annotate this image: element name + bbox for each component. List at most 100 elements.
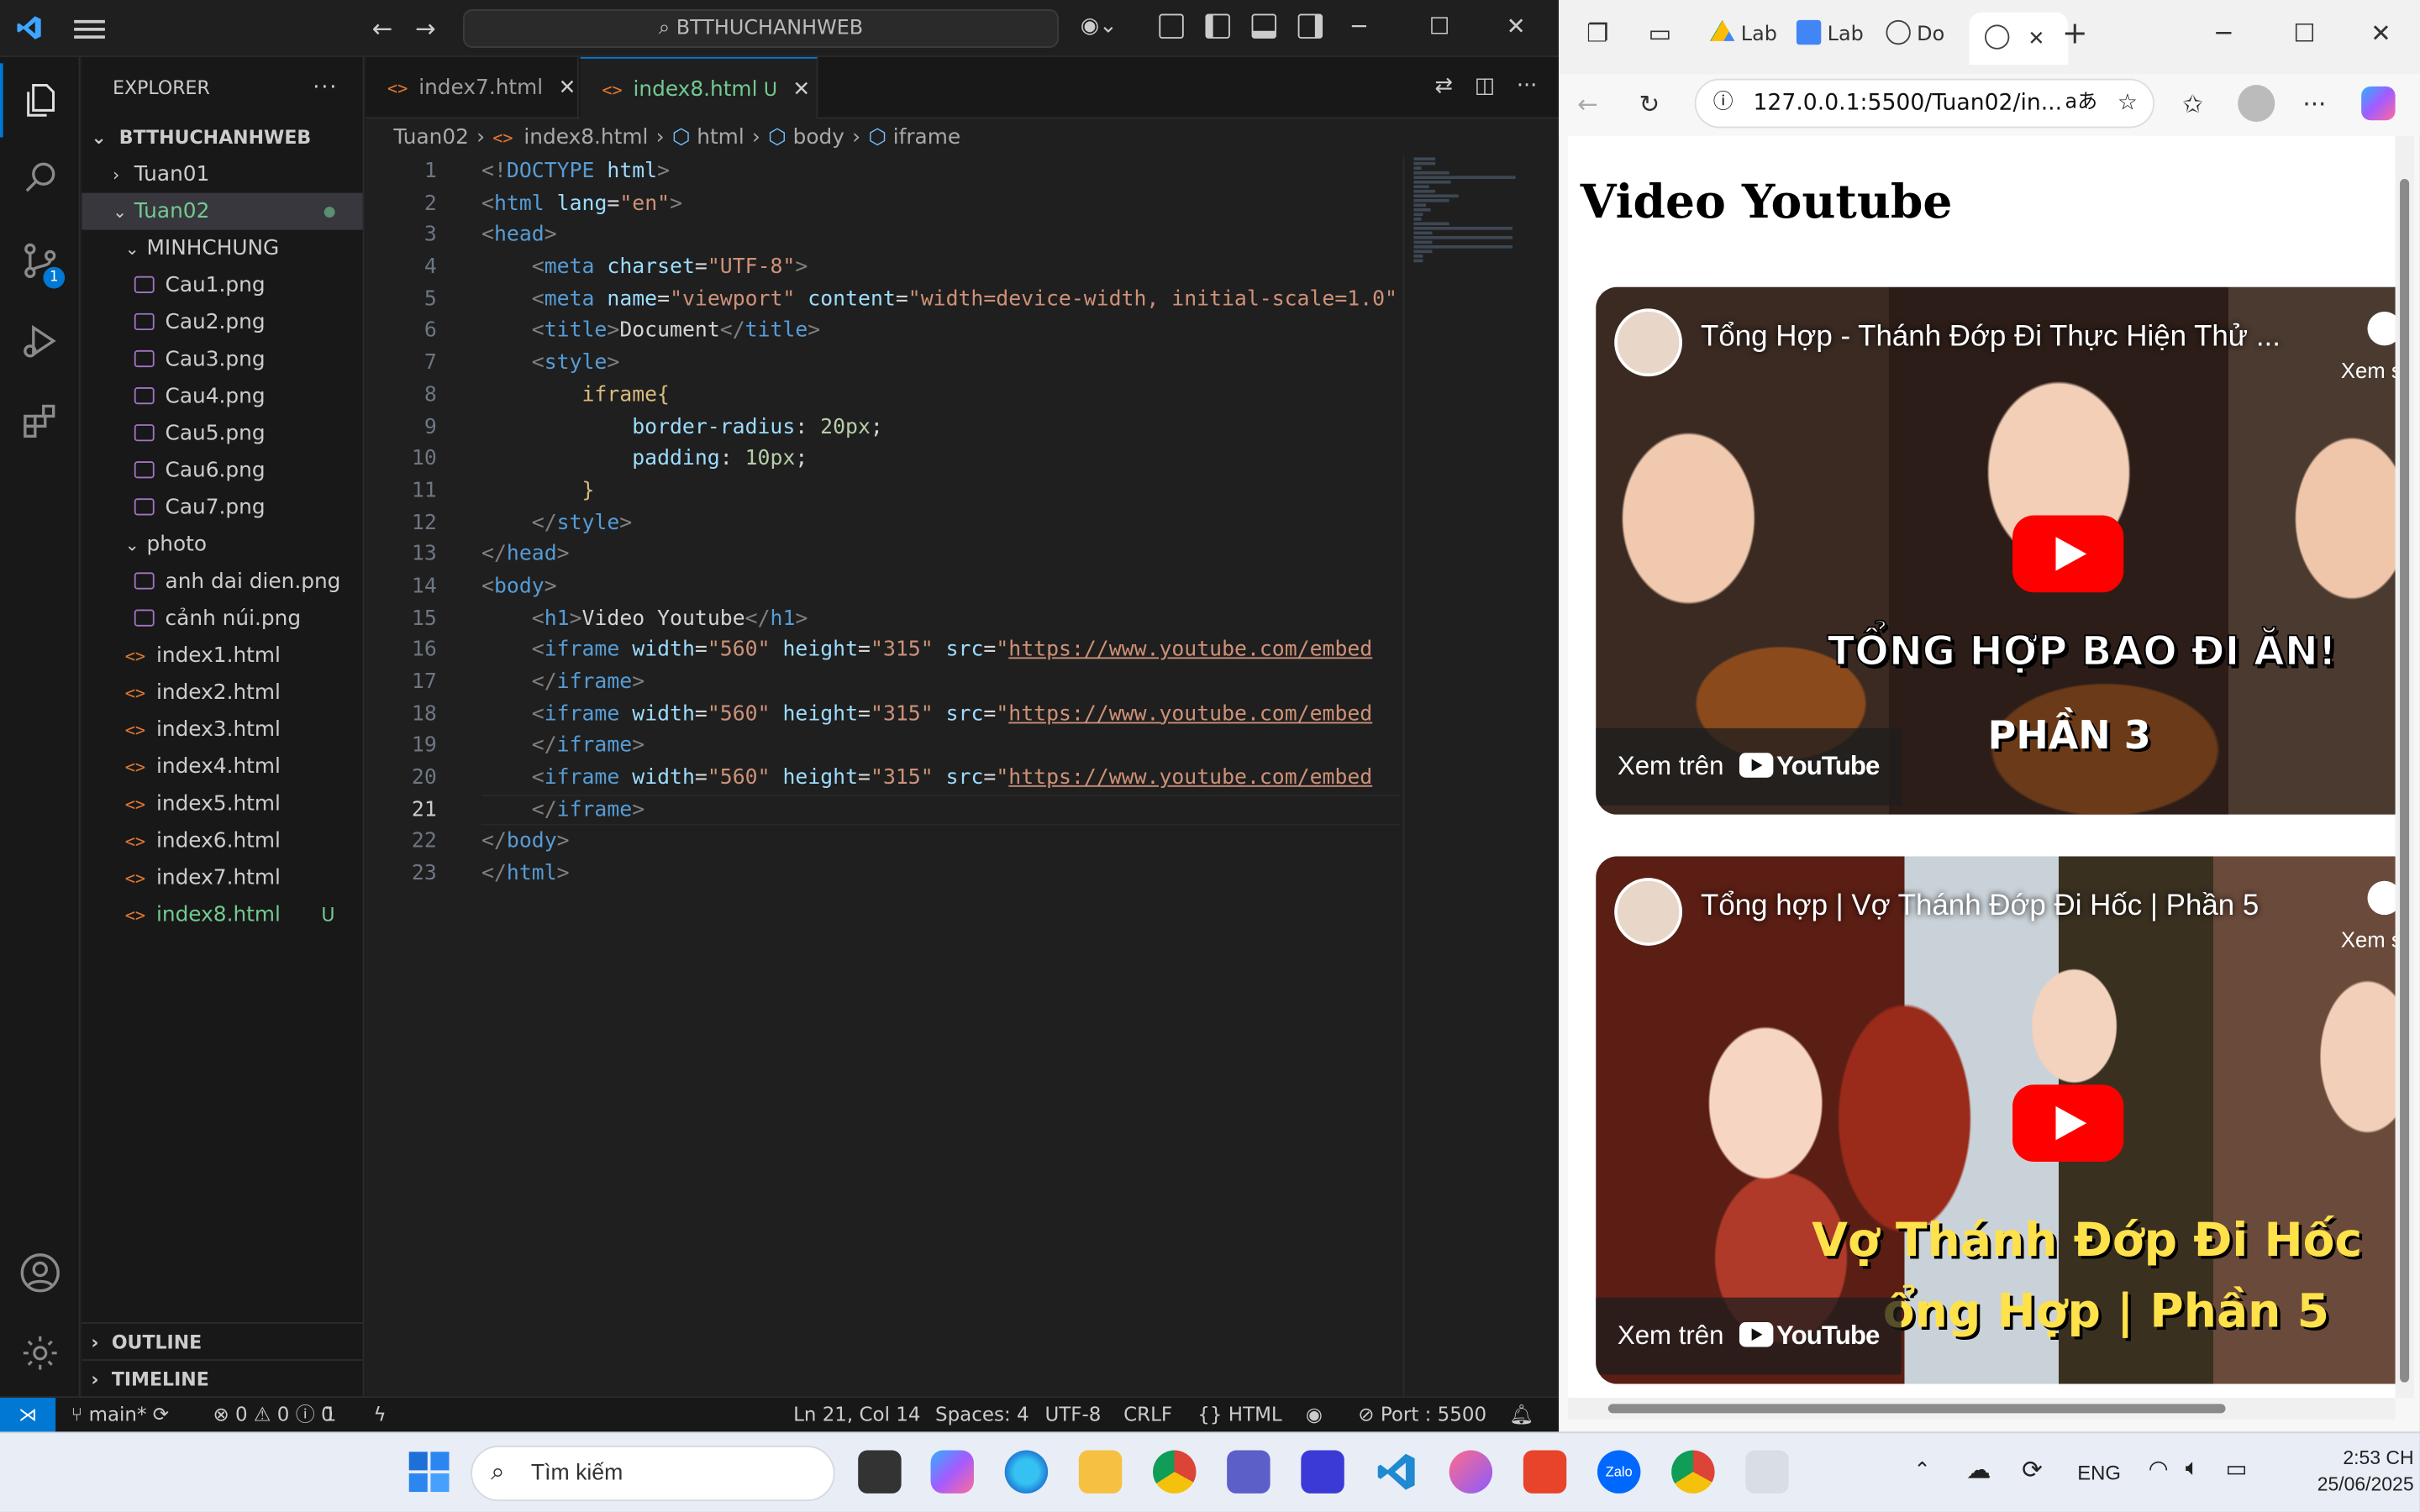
code-line[interactable]: 2 <html lang="en"> — [366, 188, 1400, 220]
youtube-embed-2[interactable]: Tổng hợp | Vợ Thánh Đớp Đi Hốc | Phần 5 … — [1596, 856, 2402, 1384]
code-line[interactable]: 6 <title>Document</title> — [366, 315, 1400, 347]
edge-browser-icon[interactable] — [1004, 1450, 1049, 1494]
source-control-icon[interactable]: 1 — [0, 223, 81, 297]
code-line[interactable]: 19 </iframe> — [366, 730, 1400, 762]
tab-actions-icon[interactable]: ▭ — [1649, 18, 1672, 48]
clock[interactable]: 2:53 CH 25/06/2025 — [2312, 1446, 2414, 1498]
breadcrumb-item[interactable]: index8.html — [523, 125, 648, 150]
wifi-icon[interactable]: ◠ — [2149, 1455, 2169, 1483]
code-line[interactable]: 1 <!DOCTYPE html> — [366, 156, 1400, 188]
scrollbar-thumb[interactable] — [2400, 179, 2410, 1383]
language-status[interactable]: {} HTML — [1197, 1398, 1281, 1431]
zalo-icon[interactable]: Zalo — [1597, 1450, 1641, 1494]
favorites-icon[interactable]: ✩ — [2182, 90, 2203, 119]
more-actions-icon[interactable]: ··· — [313, 57, 338, 118]
eol-status[interactable]: CRLF — [1123, 1398, 1172, 1431]
back-icon[interactable]: ← — [1577, 90, 1598, 119]
tree-item[interactable]: Cau4.png — [82, 378, 362, 415]
settings-gear-icon[interactable] — [0, 1316, 81, 1390]
tree-item[interactable]: › Tuan01 — [82, 156, 362, 193]
tree-item[interactable]: Cau1.png — [82, 267, 362, 304]
task-view-icon[interactable] — [858, 1450, 902, 1494]
workspace-root[interactable]: ⌄ BTTHUCHANHWEB — [82, 118, 362, 155]
copilot-icon[interactable]: ◉⌄ — [1081, 14, 1118, 39]
workspaces-icon[interactable]: ❐ — [1586, 18, 1608, 48]
breadcrumb-item[interactable]: iframe — [893, 125, 960, 150]
forward-arrow-icon[interactable]: → — [415, 14, 436, 44]
video-title[interactable]: Tổng hợp | Vợ Thánh Đớp Đi Hốc | Phần 5 — [1701, 890, 2259, 924]
profile-avatar[interactable] — [2238, 85, 2275, 123]
encoding-status[interactable]: UTF-8 — [1044, 1398, 1101, 1431]
battery-icon[interactable]: ▭ — [2226, 1455, 2248, 1483]
tree-item[interactable]: Cau7.png — [82, 489, 362, 526]
toggle-secondary-sidebar-icon[interactable] — [1297, 13, 1323, 39]
close-button[interactable]: ✕ — [2370, 18, 2391, 48]
problems-status[interactable]: ⊗ 0 ⚠ 0 ⓘ 0 — [213, 1398, 333, 1431]
remote-indicator-icon[interactable]: ⋊ — [0, 1398, 56, 1432]
code-line[interactable]: 23 </html> — [366, 858, 1400, 890]
run-debug-icon[interactable] — [0, 304, 81, 378]
sync-icon[interactable]: ⟳ — [2022, 1455, 2043, 1486]
windows-start-icon[interactable] — [408, 1450, 450, 1493]
menu-icon[interactable] — [74, 15, 105, 39]
explorer-icon[interactable] — [0, 63, 81, 138]
notifications-bell-icon[interactable]: 🔔︎ — [1509, 1398, 1534, 1431]
code-line[interactable]: 13 </head> — [366, 538, 1400, 570]
close-button[interactable]: ✕ — [1507, 13, 1526, 40]
cursor-position[interactable]: Ln 21, Col 14 — [793, 1398, 920, 1431]
tree-item[interactable]: <> index3.html — [82, 711, 362, 748]
vscode-taskbar-icon[interactable] — [1375, 1450, 1418, 1493]
tree-item[interactable]: <> index2.html — [82, 675, 362, 711]
code-line[interactable]: 3 <head> — [366, 220, 1400, 252]
input-language[interactable]: ENG — [2077, 1461, 2121, 1484]
app-icon[interactable] — [1301, 1450, 1344, 1494]
tree-item[interactable]: <> index7.html — [82, 859, 362, 896]
timeline-section[interactable]: › TIMELINE — [82, 1359, 365, 1396]
chrome-icon[interactable] — [1153, 1450, 1197, 1494]
play-button-icon[interactable] — [2012, 515, 2124, 593]
more-actions-icon[interactable]: ··· — [1517, 74, 1538, 98]
browser-tab-lab-docs[interactable]: Lab — [1796, 19, 1864, 57]
show-hidden-icons-icon[interactable]: ⌃ — [1914, 1458, 1931, 1483]
branch-status[interactable]: ⑂ main* ⟳ — [71, 1398, 169, 1431]
code-line[interactable]: 10 padding: 10px; — [366, 443, 1400, 475]
code-line[interactable]: 17 </iframe> — [366, 666, 1400, 698]
copilot-icon[interactable] — [930, 1450, 974, 1494]
chrome-profile-icon[interactable] — [1671, 1450, 1715, 1494]
ports-status[interactable]: 1 — [324, 1398, 337, 1431]
watch-later-label[interactable]: Xem sau — [2341, 358, 2402, 382]
taskbar-search[interactable]: ⌕ Tìm kiếm — [471, 1445, 835, 1502]
tree-item[interactable]: <> index5.html — [82, 785, 362, 822]
channel-avatar[interactable] — [1614, 878, 1683, 946]
vertical-scrollbar[interactable] — [2395, 135, 2414, 1399]
onedrive-icon[interactable]: ☁ — [1966, 1455, 1991, 1486]
customize-layout-icon[interactable] — [1159, 13, 1184, 39]
tree-item[interactable]: ⌄ photo — [82, 526, 362, 563]
maximize-button[interactable]: ☐ — [1429, 13, 1450, 40]
channel-avatar[interactable] — [1614, 308, 1683, 377]
toggle-primary-sidebar-icon[interactable] — [1205, 13, 1230, 39]
code-line[interactable]: 22 </body> — [366, 826, 1400, 858]
breadcrumb-item[interactable]: Tuan02 — [393, 125, 469, 150]
search-icon[interactable] — [0, 140, 81, 214]
code-line[interactable]: 16 <iframe width="560" height="315" src=… — [366, 634, 1400, 666]
lightning-icon[interactable]: ϟ — [373, 1398, 386, 1431]
browser-tab-lab-drive[interactable]: Lab — [1710, 19, 1777, 57]
split-editor-icon[interactable]: ◫ — [1475, 74, 1495, 98]
tree-item[interactable]: <> index4.html — [82, 748, 362, 785]
back-arrow-icon[interactable]: ← — [372, 14, 393, 44]
tree-item[interactable]: anh dai dien.png — [82, 563, 362, 600]
tab-index8[interactable]: <> index8.html U ✕ — [580, 56, 818, 119]
code-line[interactable]: 15 <h1>Video Youtube</h1> — [366, 602, 1400, 634]
code-line[interactable]: 21 </iframe> — [366, 794, 1400, 827]
address-bar[interactable]: ⓘ 127.0.0.1:5500/Tuan02/in... aあ ☆ — [1694, 78, 2155, 129]
breadcrumb-item[interactable]: body — [793, 125, 844, 150]
indentation-status[interactable]: Spaces: 4 — [935, 1398, 1029, 1431]
file-explorer-icon[interactable] — [1078, 1450, 1123, 1494]
code-line[interactable]: 20 <iframe width="560" height="315" src=… — [366, 762, 1400, 794]
tree-item[interactable]: <> index8.html U — [82, 896, 362, 933]
tab-index7[interactable]: <> index7.html ✕ — [366, 56, 579, 119]
minimize-button[interactable]: ─ — [1352, 13, 1366, 40]
favorite-star-icon[interactable]: ☆ — [2118, 81, 2138, 127]
code-line[interactable]: 18 <iframe width="560" height="315" src=… — [366, 698, 1400, 730]
